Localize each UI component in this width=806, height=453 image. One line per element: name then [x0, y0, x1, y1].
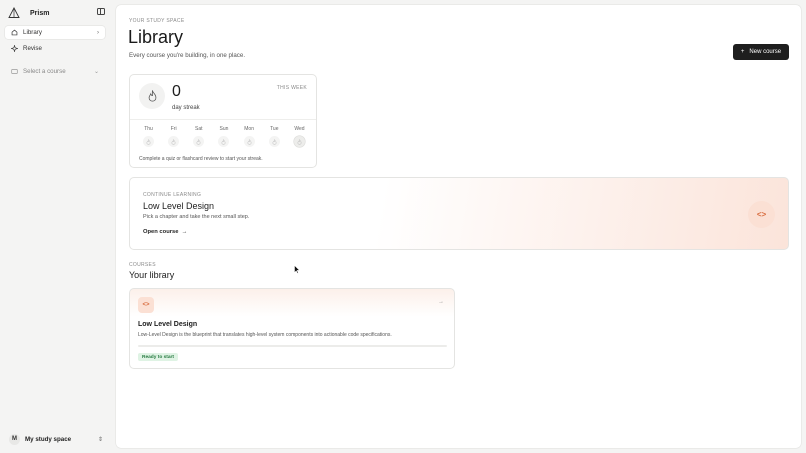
- home-icon: [11, 29, 18, 36]
- flame-icon: [218, 136, 230, 147]
- course-select-placeholder: Select a course: [23, 68, 66, 75]
- continue-title: Low Level Design: [143, 201, 215, 211]
- avatar: M: [9, 433, 20, 445]
- flame-icon: [268, 136, 280, 147]
- divider: [130, 119, 316, 120]
- new-course-label: New course: [749, 49, 782, 55]
- streak-day: Thu: [136, 126, 161, 147]
- course-card[interactable]: <> → Low Level Design Low-Level Design i…: [129, 288, 455, 369]
- sparkle-icon: [11, 45, 18, 52]
- course-progress-bar: [138, 345, 447, 347]
- library-eyebrow: COURSES: [129, 262, 156, 268]
- streak-day-label: Sat: [195, 126, 203, 132]
- code-icon: <>: [748, 201, 775, 228]
- prism-logo-icon: [8, 7, 20, 18]
- library-title: Your library: [129, 270, 175, 280]
- arrow-right-icon[interactable]: →: [438, 299, 444, 305]
- streak-day: Sun: [211, 126, 236, 147]
- new-course-button[interactable]: + New course: [733, 44, 789, 60]
- brand[interactable]: Prism: [8, 6, 108, 20]
- chevron-down-icon: ⌄: [93, 69, 99, 75]
- streak-day-label: Fri: [170, 126, 177, 132]
- streak-day-label: Wed: [294, 126, 305, 132]
- streak-day: Tue: [262, 126, 287, 147]
- workspace-switcher[interactable]: M My study space ⇕: [5, 432, 105, 446]
- mouse-cursor-icon: [294, 265, 300, 274]
- streak-day-label: Tue: [270, 126, 279, 132]
- streak-day-label: Sun: [219, 126, 229, 132]
- page-eyebrow: YOUR STUDY SPACE: [129, 18, 185, 24]
- continue-learning-card[interactable]: CONTINUE LEARNING Low Level Design Pick …: [129, 177, 789, 250]
- streak-day-label: Thu: [144, 126, 153, 132]
- streak-days: Thu Fri Sat Sun Mon Tue Wed: [136, 126, 312, 147]
- sidebar: Prism Library › Revise Select a course ⌄…: [0, 0, 115, 453]
- sidebar-toggle-icon[interactable]: [97, 8, 105, 15]
- continue-eyebrow: CONTINUE LEARNING: [143, 192, 202, 198]
- sidebar-item-label: Library: [23, 29, 42, 36]
- page-title: Library: [128, 27, 184, 47]
- streak-period: THIS WEEK: [276, 85, 307, 91]
- arrow-right-icon: →: [180, 229, 188, 235]
- main-panel: YOUR STUDY SPACE Library Every course yo…: [116, 5, 801, 448]
- open-course-link[interactable]: Open course →: [143, 229, 187, 235]
- flame-icon: [293, 136, 305, 147]
- streak-card: 0 day streak THIS WEEK Thu Fri Sat Sun Mon Tu…: [129, 74, 317, 168]
- chevron-updown-icon: ⇕: [97, 436, 103, 443]
- streak-day: Sat: [186, 126, 211, 147]
- open-course-label: Open course: [143, 229, 179, 235]
- flame-icon: [139, 83, 165, 109]
- flame-icon: [168, 136, 180, 147]
- book-icon: [11, 68, 18, 75]
- flame-icon: [193, 136, 205, 147]
- course-description: Low-Level Design is the blueprint that t…: [138, 332, 392, 338]
- workspace-name: My study space: [25, 435, 72, 443]
- course-title: Low Level Design: [138, 321, 198, 328]
- streak-count: 0: [172, 83, 181, 100]
- streak-day: Fri: [161, 126, 186, 147]
- sidebar-item-library[interactable]: Library ›: [5, 26, 105, 39]
- plus-icon: +: [740, 49, 745, 55]
- streak-day: Wed: [287, 126, 312, 147]
- page-subtitle: Every course you're building, in one pla…: [129, 52, 246, 59]
- streak-day: Mon: [237, 126, 262, 147]
- sidebar-item-label: Revise: [23, 45, 42, 52]
- sidebar-item-revise[interactable]: Revise: [5, 42, 105, 55]
- course-select[interactable]: Select a course ⌄: [5, 65, 105, 78]
- code-icon: <>: [138, 297, 154, 313]
- chevron-right-icon: ›: [97, 29, 99, 36]
- flame-icon: [143, 136, 154, 147]
- status-badge: Ready to start: [138, 353, 178, 361]
- continue-description: Pick a chapter and take the next small s…: [143, 214, 250, 220]
- streak-label: day streak: [172, 105, 200, 111]
- streak-hint: Complete a quiz or flashcard review to s…: [139, 156, 263, 162]
- flame-icon: [243, 136, 255, 147]
- app-name: Prism: [30, 9, 50, 17]
- streak-day-label: Mon: [244, 126, 254, 132]
